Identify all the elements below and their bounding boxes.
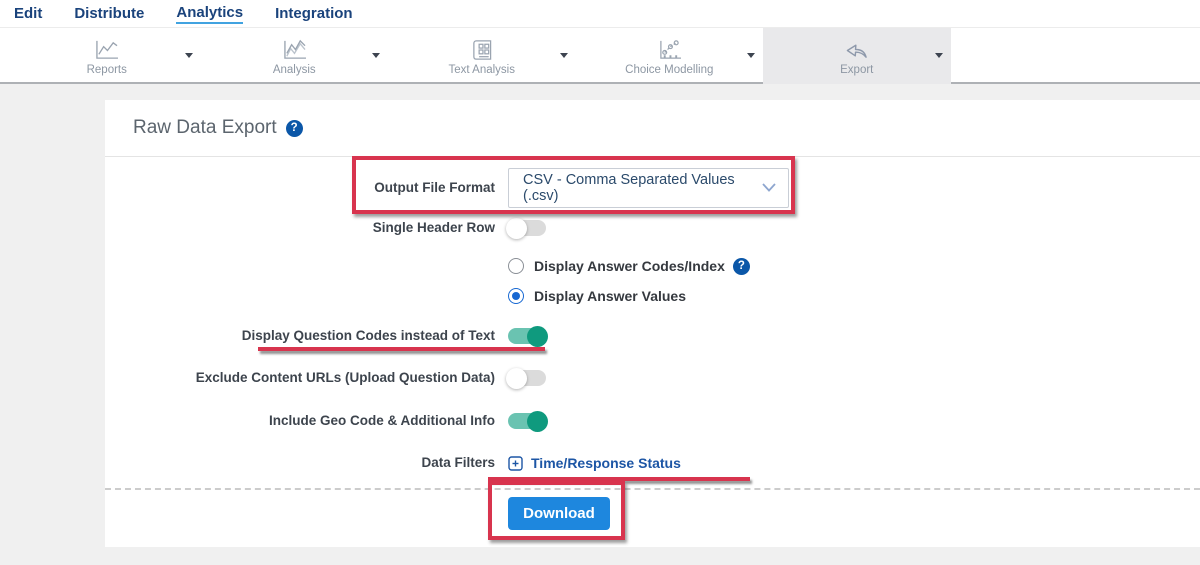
toolbar-item-choice-modelling[interactable]: Choice Modelling <box>576 28 764 84</box>
question-codes-row: Display Question Codes instead of Text <box>105 321 1200 351</box>
question-codes-toggle[interactable] <box>508 325 548 347</box>
nav-tab-integration[interactable]: Integration <box>275 5 353 22</box>
geo-code-label: Include Geo Code & Additional Info <box>269 412 495 428</box>
toggle-knob <box>527 325 548 347</box>
data-filters-label: Data Filters <box>421 454 495 470</box>
output-format-value: CSV - Comma Separated Values (.csv) <box>523 172 735 204</box>
reports-chart-icon <box>93 39 120 61</box>
toolbar-item-label: Choice Modelling <box>625 63 714 76</box>
exclude-urls-toggle[interactable] <box>506 367 546 389</box>
panel-header: Raw Data Export ? <box>105 100 1200 157</box>
top-navigation: Edit Distribute Analytics Integration <box>0 0 1200 28</box>
chevron-down-icon[interactable] <box>184 53 193 58</box>
geo-code-row: Include Geo Code & Additional Info <box>105 406 1200 436</box>
radio-label: Display Answer Values <box>534 288 686 304</box>
choice-modelling-icon <box>656 39 683 61</box>
exclude-urls-label: Exclude Content URLs (Upload Question Da… <box>195 369 495 385</box>
toolbar-item-reports[interactable]: Reports <box>13 28 201 84</box>
toolbar-item-label: Reports <box>86 63 127 76</box>
toggle-knob <box>506 217 527 239</box>
page-title: Raw Data Export <box>133 117 277 138</box>
radio-display-answer-values[interactable] <box>508 288 524 304</box>
nav-tab-distribute[interactable]: Distribute <box>74 5 144 22</box>
toggle-knob <box>506 367 527 389</box>
help-icon[interactable]: ? <box>285 119 303 137</box>
analysis-chart-icon <box>281 39 308 61</box>
radio-label: Display Answer Codes/Index <box>534 258 725 274</box>
time-response-status-link[interactable]: Time/Response Status <box>508 455 681 471</box>
raw-data-export-panel: Raw Data Export ? Output File Format CSV… <box>105 100 1200 547</box>
nav-tab-edit[interactable]: Edit <box>14 5 42 22</box>
output-format-row: Output File Format CSV - Comma Separated… <box>105 168 1200 208</box>
help-icon[interactable]: ? <box>732 257 750 275</box>
toolbar-item-text-analysis[interactable]: Text Analysis <box>388 28 576 84</box>
question-codes-label: Display Question Codes instead of Text <box>241 327 495 343</box>
toolbar-item-analysis[interactable]: Analysis <box>201 28 389 84</box>
toolbar-item-label: Analysis <box>272 63 316 76</box>
toggle-knob <box>527 410 548 432</box>
chevron-down-icon[interactable] <box>372 53 380 58</box>
dashed-divider <box>105 488 1200 490</box>
toolbar-item-export[interactable]: Export <box>763 28 951 84</box>
single-header-row: Single Header Row <box>105 213 1200 243</box>
single-header-label: Single Header Row <box>372 219 495 235</box>
download-button[interactable]: Download <box>508 497 610 530</box>
answer-codes-row: Display Answer Codes/Index ? <box>105 252 1200 280</box>
output-format-select[interactable]: CSV - Comma Separated Values (.csv) <box>508 168 789 208</box>
answer-values-row: Display Answer Values <box>105 282 1200 310</box>
single-header-toggle[interactable] <box>506 217 546 239</box>
chevron-down-icon[interactable] <box>559 53 568 58</box>
exclude-urls-row: Exclude Content URLs (Upload Question Da… <box>105 363 1200 393</box>
export-arrow-icon <box>843 39 870 61</box>
data-filters-row: Data Filters Time/Response Status <box>105 448 1200 478</box>
chevron-down-icon[interactable] <box>934 53 943 58</box>
toolbar-item-label: Export <box>840 63 874 76</box>
toolbar-item-label: Text Analysis <box>448 63 515 76</box>
geo-code-toggle[interactable] <box>508 410 548 432</box>
text-analysis-icon <box>469 39 495 61</box>
chevron-down-icon[interactable] <box>747 53 755 58</box>
plus-square-icon <box>508 455 523 471</box>
radio-display-answer-codes[interactable] <box>508 258 524 274</box>
chevron-down-icon <box>762 179 776 197</box>
analytics-toolbar: Reports Analysis Text Analysis Choice Mo… <box>0 28 1200 84</box>
nav-tab-analytics[interactable]: Analytics <box>176 4 244 24</box>
output-format-label: Output File Format <box>374 179 495 195</box>
time-response-status-label: Time/Response Status <box>531 455 681 471</box>
